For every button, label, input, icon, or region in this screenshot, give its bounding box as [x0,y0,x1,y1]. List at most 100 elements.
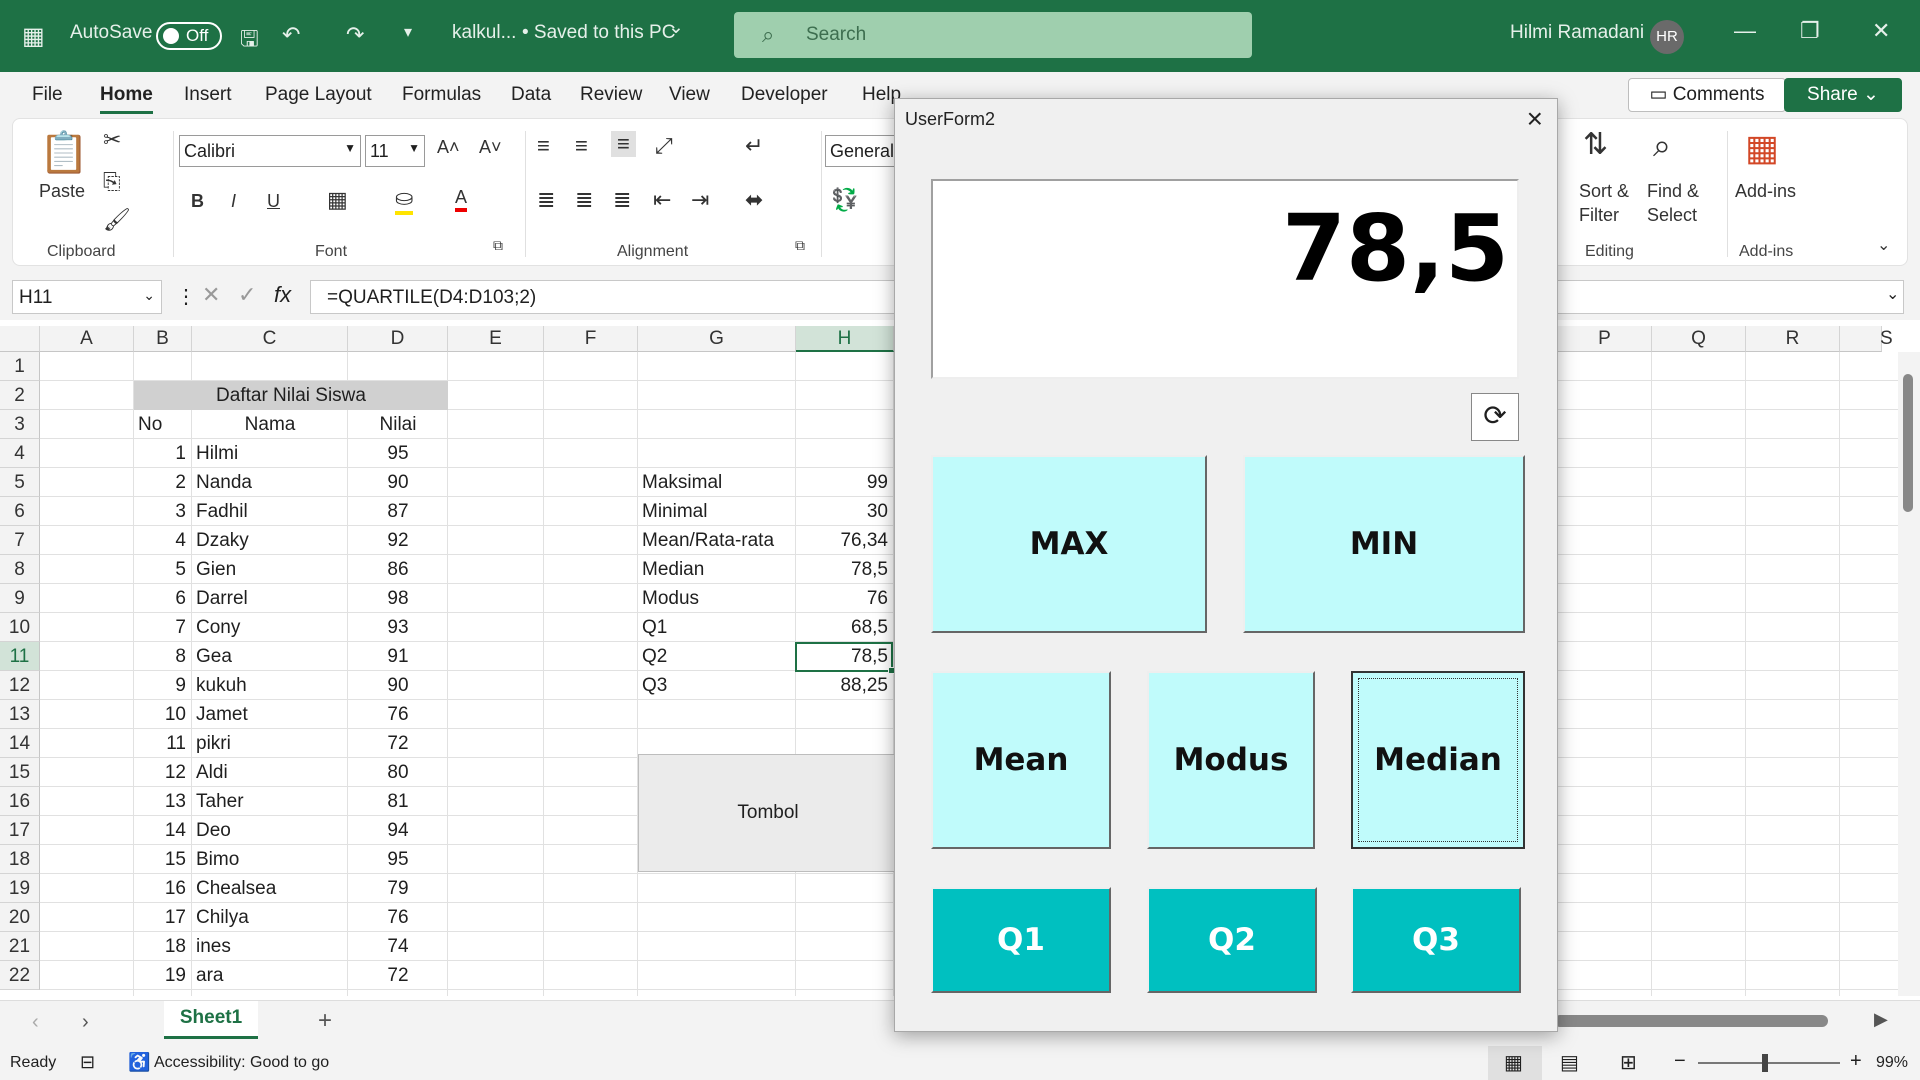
stat-value[interactable]: 78,5 [796,555,894,584]
table-cell-no[interactable]: 10 [134,700,192,729]
zoom-level[interactable]: 99% [1876,1054,1908,1072]
stat-value[interactable]: 68,5 [796,613,894,642]
stat-label[interactable]: Mean/Rata-rata [642,526,796,555]
page-break-view-icon[interactable]: ⊞ [1620,1050,1637,1075]
add-sheet-icon[interactable]: + [318,1007,332,1035]
stat-label[interactable]: Q3 [642,671,796,700]
number-format-select[interactable]: General [825,135,905,167]
select-label[interactable]: Select [1647,205,1697,226]
next-sheet-icon[interactable]: › [82,1011,89,1034]
formula-options-icon[interactable]: ⋮ [176,284,196,309]
tab-page-layout[interactable]: Page Layout [265,84,372,106]
table-cell-no[interactable]: 15 [134,845,192,874]
cancel-icon[interactable]: ✕ [202,282,220,308]
decrease-font-icon[interactable]: A˅ [479,137,502,158]
save-status-chevron-icon[interactable]: ⌄ [668,16,684,39]
orientation-icon[interactable]: ⤢ [655,133,673,159]
row-header[interactable]: 8 [0,555,40,584]
underline-icon[interactable]: U [267,191,280,212]
column-header-q[interactable]: Q [1652,326,1746,352]
table-cell-nilai[interactable]: 74 [348,932,448,961]
tab-developer[interactable]: Developer [741,84,828,106]
column-header-e[interactable]: E [448,326,544,352]
stat-label[interactable]: Q1 [642,613,796,642]
table-cell-nama[interactable]: Aldi [192,758,348,787]
table-cell-no[interactable]: 14 [134,816,192,845]
stat-label[interactable]: Maksimal [642,468,796,497]
table-cell-nilai[interactable]: 76 [348,903,448,932]
min-button[interactable]: MIN [1243,455,1525,633]
row-header[interactable]: 14 [0,729,40,758]
table-cell-nama[interactable]: Chilya [192,903,348,932]
format-painter-icon[interactable]: 🖌 [103,207,131,233]
table-cell-nama[interactable]: pikri [192,729,348,758]
table-cell-nilai[interactable]: 81 [348,787,448,816]
prev-sheet-icon[interactable]: ‹ [32,1011,39,1034]
table-cell-nama[interactable]: ara [192,961,348,990]
table-cell-no[interactable]: 16 [134,874,192,903]
table-cell-no[interactable]: 7 [134,613,192,642]
save-icon[interactable]: 🖫 [240,22,259,60]
row-header[interactable]: 13 [0,700,40,729]
tab-home[interactable]: Home [100,84,153,114]
column-header-g[interactable]: G [638,326,796,352]
row-header[interactable]: 9 [0,584,40,613]
document-name[interactable]: kalkul... [452,22,516,44]
tab-view[interactable]: View [669,84,710,106]
find-select-icon[interactable]: ⌕ [1653,127,1671,165]
close-window-icon[interactable]: ✕ [1872,18,1890,44]
user-name[interactable]: Hilmi Ramadani [1510,22,1644,44]
minimize-icon[interactable]: — [1734,18,1756,44]
table-cell-nama[interactable]: Deo [192,816,348,845]
table-cell-nilai[interactable]: 90 [348,468,448,497]
stat-value[interactable]: 99 [796,468,894,497]
stat-value[interactable]: 88,25 [796,671,894,700]
table-cell-no[interactable]: 13 [134,787,192,816]
row-header[interactable]: 20 [0,903,40,932]
collapse-ribbon-icon[interactable]: ⌄ [1877,235,1890,255]
column-header-d[interactable]: D [348,326,448,352]
row-header[interactable]: 18 [0,845,40,874]
table-cell-nama[interactable]: Taher [192,787,348,816]
table-cell-nama[interactable]: Cony [192,613,348,642]
table-cell-nama[interactable]: Chealsea [192,874,348,903]
autosave-toggle[interactable]: Off [156,22,222,50]
tab-data[interactable]: Data [511,84,551,106]
sort-filter-icon[interactable]: ⇅ [1583,127,1608,162]
accessibility-icon[interactable]: ♿ [128,1052,150,1073]
q3-button[interactable]: Q3 [1351,887,1521,993]
row-header[interactable]: 4 [0,439,40,468]
cell-mode-icon[interactable]: ⊟ [80,1052,95,1073]
mean-button[interactable]: Mean [931,671,1111,849]
align-center-icon[interactable]: ≣ [575,187,593,213]
row-header[interactable]: 12 [0,671,40,700]
table-cell-nilai[interactable]: 93 [348,613,448,642]
stat-value[interactable]: 76 [796,584,894,613]
table-cell-nilai[interactable]: 90 [348,671,448,700]
row-header[interactable]: 6 [0,497,40,526]
table-cell-no[interactable]: 6 [134,584,192,613]
vertical-scroll-thumb[interactable] [1903,374,1913,512]
tab-review[interactable]: Review [580,84,642,106]
table-cell-nilai[interactable]: 92 [348,526,448,555]
table-cell-nilai[interactable]: 86 [348,555,448,584]
insert-function-icon[interactable]: fx [274,282,291,308]
table-cell-nama[interactable]: Hilmi [192,439,348,468]
refresh-button[interactable]: ⟳ [1471,393,1519,441]
active-cell-h11[interactable] [795,642,893,672]
decrease-indent-icon[interactable]: ⇤ [653,187,671,213]
table-cell-no[interactable]: 2 [134,468,192,497]
table-cell-no[interactable]: 19 [134,961,192,990]
table-cell-nama[interactable]: Gien [192,555,348,584]
table-cell-nama[interactable]: Nanda [192,468,348,497]
table-cell-nilai[interactable]: 76 [348,700,448,729]
cut-icon[interactable]: ✂ [103,127,121,153]
restore-icon[interactable]: ❐ [1800,18,1820,44]
table-cell-no[interactable]: 4 [134,526,192,555]
row-header[interactable]: 2 [0,381,40,410]
zoom-slider-thumb[interactable] [1762,1054,1768,1072]
stat-label[interactable]: Median [642,555,796,584]
column-header-p[interactable]: P [1558,326,1652,352]
q2-button[interactable]: Q2 [1147,887,1317,993]
row-header[interactable]: 22 [0,961,40,990]
